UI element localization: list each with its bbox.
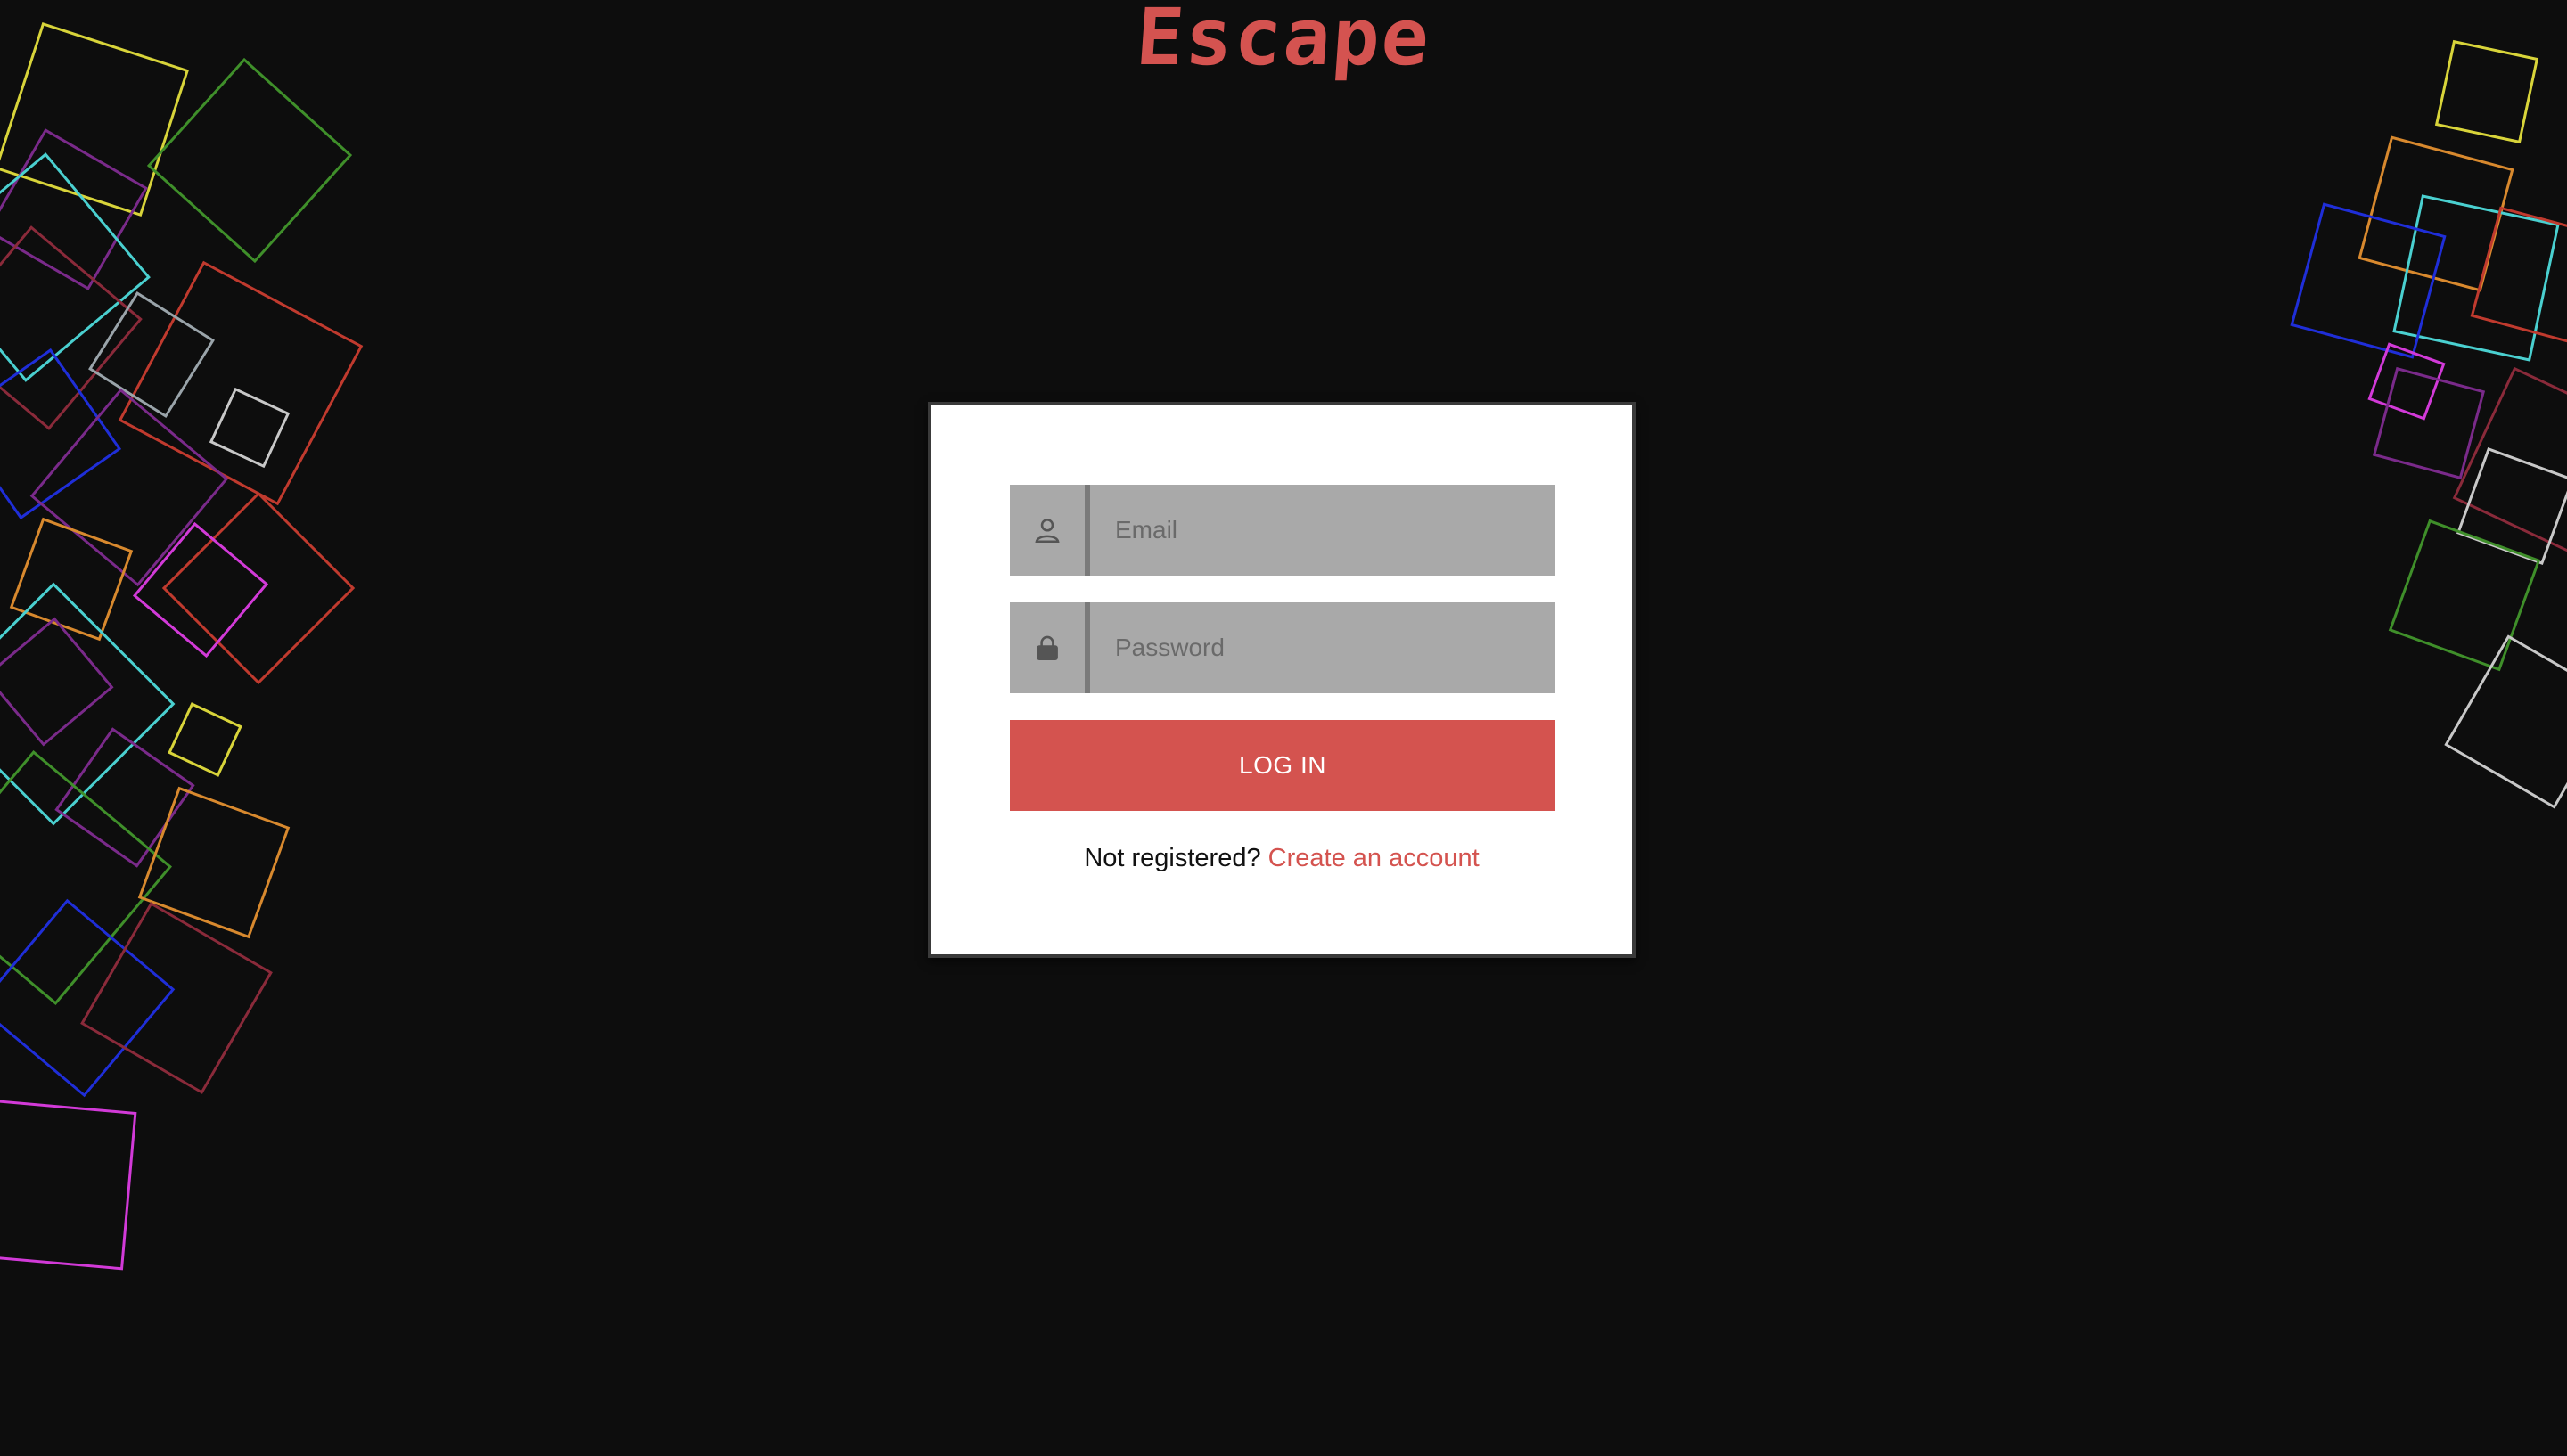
- decorative-square: [2470, 206, 2567, 347]
- user-icon: [1010, 485, 1090, 576]
- decorative-square: [0, 582, 176, 826]
- lock-icon: [1010, 602, 1090, 693]
- decorative-square: [0, 225, 143, 430]
- login-button[interactable]: LOG IN: [1010, 720, 1555, 811]
- email-field: [1010, 485, 1555, 576]
- register-prompt: Not registered? Create an account: [931, 844, 1632, 873]
- decorative-square: [2372, 366, 2486, 480]
- decorative-square: [209, 387, 291, 469]
- decorative-square: [2452, 366, 2567, 560]
- decorative-square: [146, 57, 353, 264]
- decorative-square: [9, 517, 134, 642]
- password-field: [1010, 602, 1555, 693]
- decorative-square: [137, 786, 291, 939]
- decorative-square: [54, 727, 195, 868]
- password-input[interactable]: [1090, 602, 1555, 693]
- brand-title: Escape: [1133, 0, 1434, 83]
- decorative-square: [0, 898, 176, 1098]
- decorative-square: [2444, 634, 2567, 809]
- email-input[interactable]: [1090, 485, 1555, 576]
- register-prompt-text: Not registered?: [1084, 844, 1261, 872]
- decorative-square: [161, 491, 356, 685]
- login-card: LOG IN Not registered? Create an account: [928, 402, 1636, 958]
- decorative-square: [132, 521, 269, 658]
- decorative-square: [0, 1098, 137, 1271]
- decorative-square: [168, 702, 242, 777]
- decorative-square: [2388, 519, 2541, 672]
- decorative-square: [118, 260, 364, 506]
- decorative-square: [0, 152, 151, 382]
- create-account-link[interactable]: Create an account: [1268, 844, 1480, 872]
